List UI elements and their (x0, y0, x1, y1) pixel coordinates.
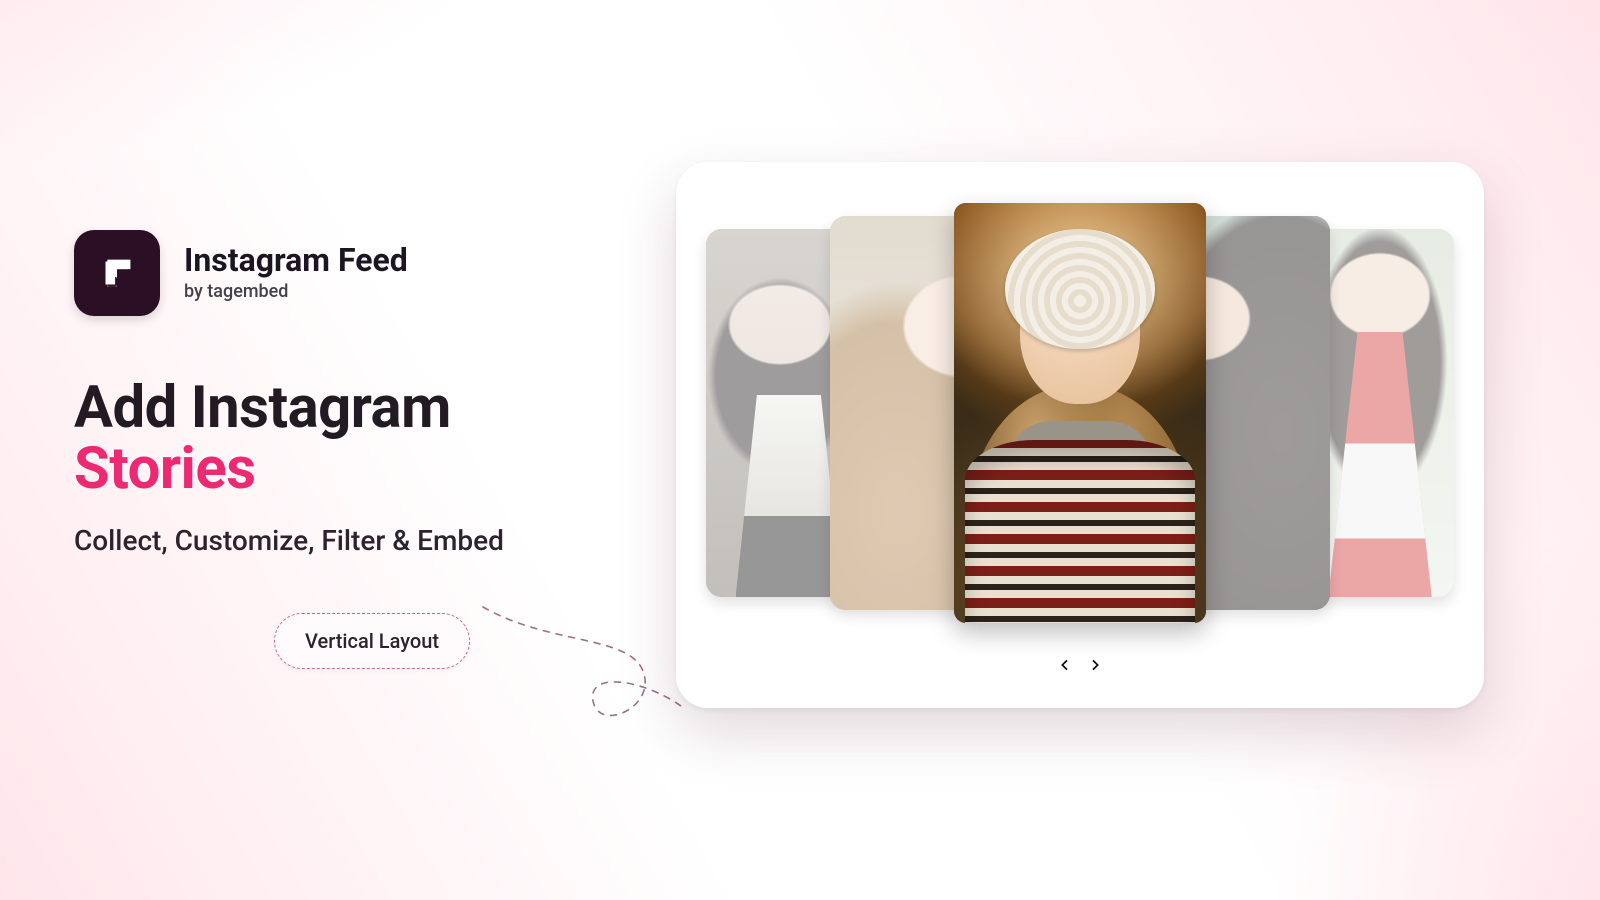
headline-accent: Stories (74, 435, 256, 503)
layout-badge: Vertical Layout (274, 613, 470, 669)
subline: Collect, Customize, Filter & Embed (74, 524, 634, 557)
chevron-right-icon (1087, 657, 1103, 673)
brand-subtitle: by tagembed (184, 281, 408, 302)
headline-line1: Add Instagram (74, 374, 451, 442)
carousel-next-button[interactable] (1082, 652, 1108, 678)
story-card-center[interactable] (954, 203, 1206, 623)
brand-row: Instagram Feed by tagembed (74, 230, 634, 316)
tagembed-logo-icon (74, 230, 160, 316)
stories-carousel[interactable] (676, 208, 1484, 618)
headline: Add Instagram Stories (74, 378, 634, 500)
preview-card (676, 162, 1484, 708)
chevron-left-icon (1057, 657, 1073, 673)
carousel-prev-button[interactable] (1052, 652, 1078, 678)
brand-title: Instagram Feed (184, 244, 408, 278)
